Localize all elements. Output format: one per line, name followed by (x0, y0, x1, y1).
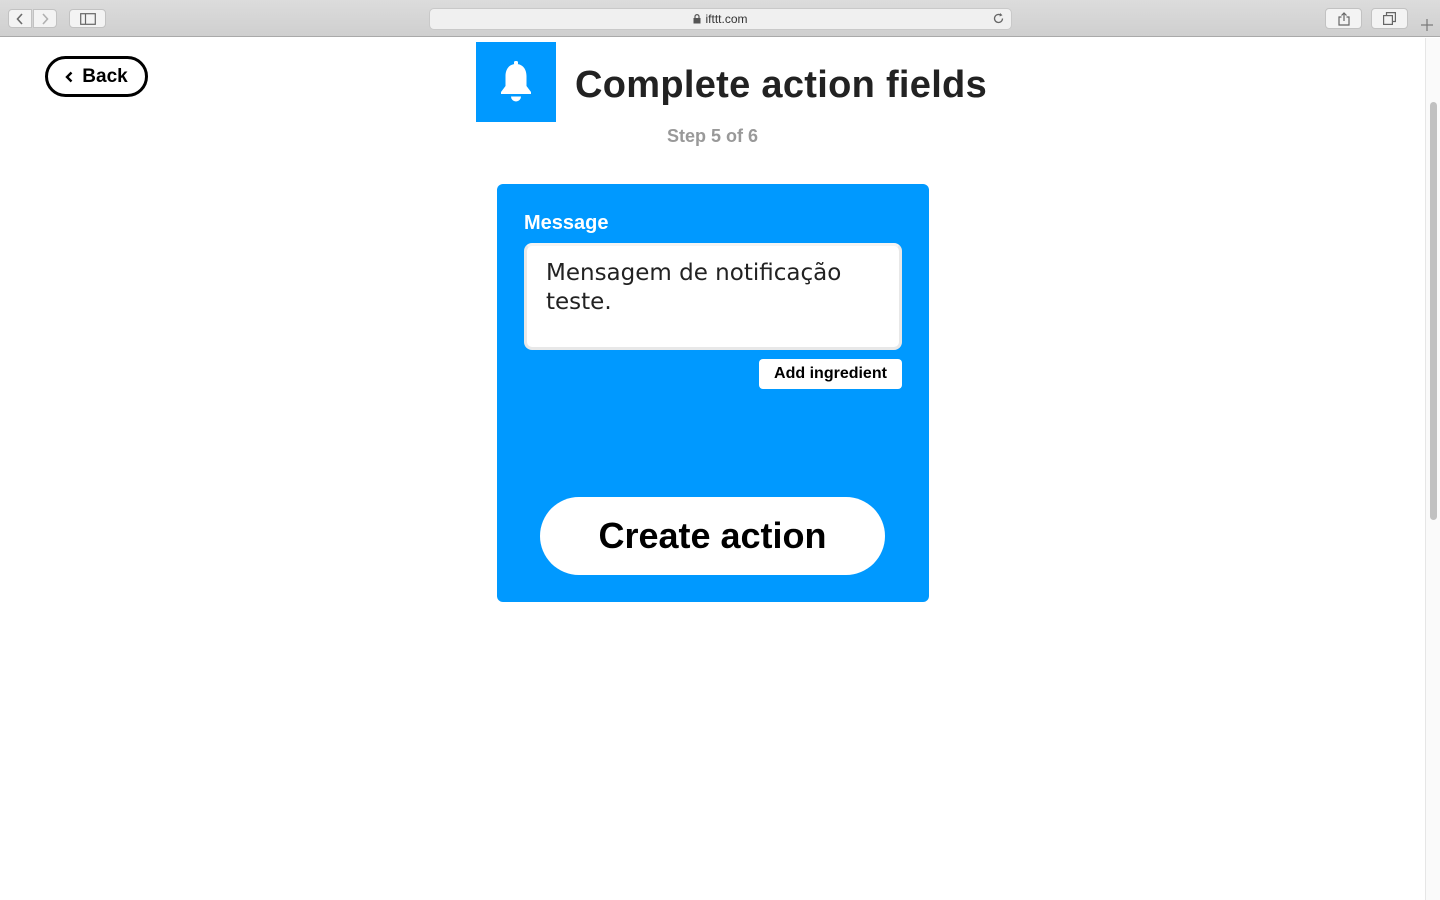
add-ingredient-button[interactable]: Add ingredient (759, 359, 902, 389)
address-bar[interactable]: ifttt.com (429, 8, 1012, 30)
message-field[interactable]: Mensagem de notificação teste. (524, 243, 902, 350)
reload-icon[interactable] (992, 12, 1005, 28)
share-button[interactable] (1325, 8, 1362, 29)
chevron-left-icon (65, 71, 73, 82)
page-title: Complete action fields (575, 64, 988, 106)
page-scrollbar[interactable] (1425, 38, 1440, 900)
lock-icon (693, 14, 701, 24)
step-indicator: Step 5 of 6 (666, 126, 759, 146)
create-action-button[interactable]: Create action (540, 497, 885, 575)
chevron-left-icon (16, 12, 23, 25)
browser-forward-button[interactable] (33, 9, 57, 28)
message-field-label: Message (524, 212, 609, 234)
chevron-right-icon (42, 12, 49, 25)
browser-back-button[interactable] (8, 9, 32, 28)
back-button[interactable]: Back (45, 56, 148, 97)
share-icon (1337, 11, 1350, 26)
new-tab-button[interactable] (1416, 13, 1438, 37)
plus-icon (1421, 19, 1433, 31)
sidebar-icon (79, 12, 96, 25)
browser-toolbar: ifttt.com (0, 0, 1440, 37)
back-label: Back (82, 65, 128, 87)
service-icon-tile (476, 42, 556, 122)
action-fields-card: Message Mensagem de notificação teste. A… (497, 184, 929, 602)
bell-icon (501, 61, 531, 102)
scrollbar-thumb[interactable] (1430, 102, 1437, 520)
tabs-icon (1383, 12, 1396, 25)
sidebar-toggle-button[interactable] (69, 9, 106, 28)
tab-overview-button[interactable] (1371, 8, 1408, 29)
url-text: ifttt.com (705, 12, 748, 26)
